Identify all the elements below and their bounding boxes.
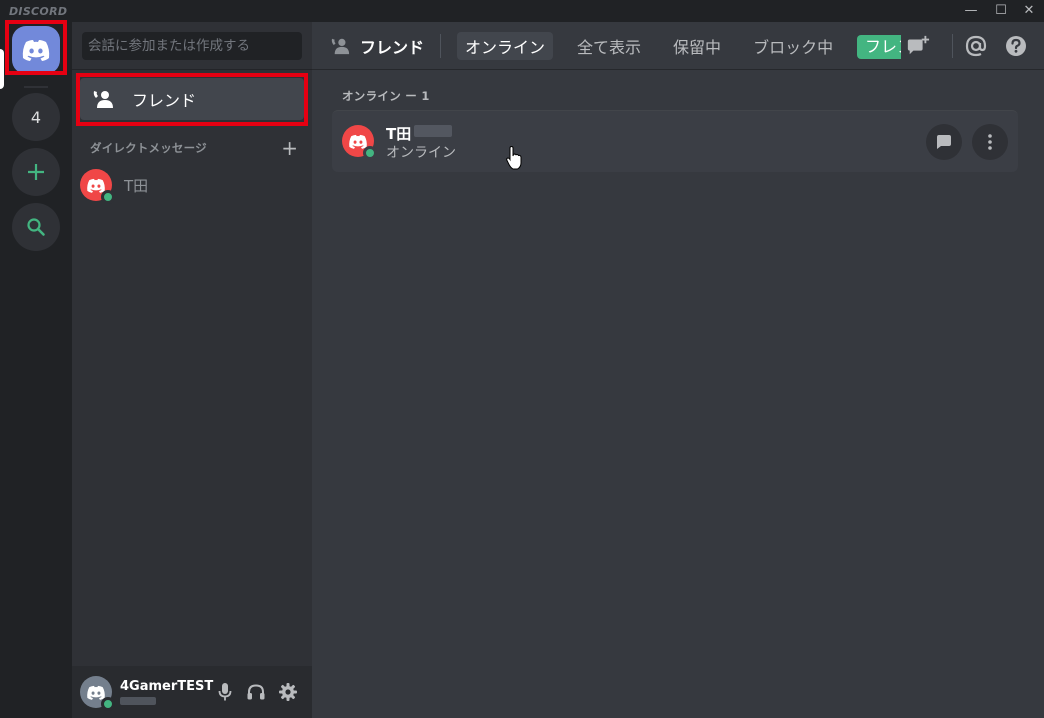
friend-row[interactable]: T田 オンライン [332,110,1018,172]
user-tag-redacted [120,697,156,705]
more-vertical-icon [988,134,992,150]
avatar [80,169,115,204]
unread-mentions-button[interactable]: 4 [12,93,60,141]
home-highlight-box [5,20,67,75]
explore-servers-button[interactable] [12,203,60,251]
deafen-button[interactable] [246,682,266,702]
microphone-icon [218,683,232,701]
new-group-dm-button[interactable] [906,34,930,58]
tab-online[interactable]: オンライン [457,31,554,60]
chat-bubble-icon [937,135,951,149]
mentions-button[interactable] [964,34,988,58]
conversation-search-input[interactable] [82,32,302,60]
username: 4GamerTEST [120,679,214,694]
help-button[interactable] [1004,34,1028,58]
new-group-dm-icon [907,35,930,55]
toolbar-divider [952,34,953,58]
close-button[interactable]: ✕ [1014,0,1044,22]
message-button[interactable] [926,124,962,160]
friends-highlight-box [76,73,308,126]
tab-blocked[interactable]: ブロック中 [745,32,841,60]
friends-toolbar: フレンド オンライン 全て表示 保留中 ブロック中 フレンドに追加 [312,22,1044,70]
toolbar-divider [440,33,442,58]
discord-logo-icon [87,178,105,193]
friends-icon [331,38,350,54]
page-title: フレンド [360,37,425,57]
add-friend-button[interactable]: フレンドに追加 [857,35,901,59]
friend-name-redacted [414,125,452,137]
toolbar-title-group: フレンド [330,34,424,58]
hand-cursor-icon [506,146,522,170]
at-icon [965,35,987,57]
headphones-icon [247,684,265,700]
tab-all[interactable]: 全て表示 [569,32,649,60]
online-count-header: オンライン ー 1 [342,89,430,103]
dm-section-title: ダイレクトメッセージ [90,141,207,155]
friend-status: オンライン [386,145,456,161]
help-icon [1006,36,1026,56]
friends-main-panel: フレンド オンライン 全て表示 保留中 ブロック中 フレンドに追加 [312,22,1044,718]
friend-name: T田 [386,125,412,143]
minimize-button[interactable]: — [956,0,986,22]
user-avatar[interactable] [80,676,115,711]
avatar [342,125,377,160]
tab-pending[interactable]: 保留中 [665,32,729,60]
discord-logo-icon [349,134,367,149]
settings-button[interactable] [278,682,298,702]
plus-icon [28,164,44,180]
discord-logo-icon [87,685,105,700]
rail-separator [24,86,48,88]
unread-count: 4 [30,107,42,127]
user-panel: 4GamerTEST [72,666,312,718]
online-status-dot [101,697,115,711]
dm-section-header: ダイレクトメッセージ + [90,138,298,158]
app-brand: DISCORD [9,5,68,18]
server-rail: 4 [0,20,72,718]
add-server-button[interactable] [12,148,60,196]
more-options-button[interactable] [972,124,1008,160]
dm-item[interactable]: T田 [80,164,304,206]
maximize-button[interactable]: ☐ [986,0,1016,22]
dm-item-name: T田 [124,176,149,195]
search-bar [72,22,312,70]
search-icon [27,218,45,236]
mute-button[interactable] [215,682,235,702]
title-bar: DISCORD — ☐ ✕ [0,0,1044,22]
online-status-dot [363,146,377,160]
online-status-dot [101,190,115,204]
dm-sidebar: フレンド ダイレクトメッセージ + T田 4GamerTEST [72,22,312,718]
create-dm-button[interactable]: + [281,138,298,158]
gear-icon [279,683,297,701]
home-indicator [0,49,4,89]
